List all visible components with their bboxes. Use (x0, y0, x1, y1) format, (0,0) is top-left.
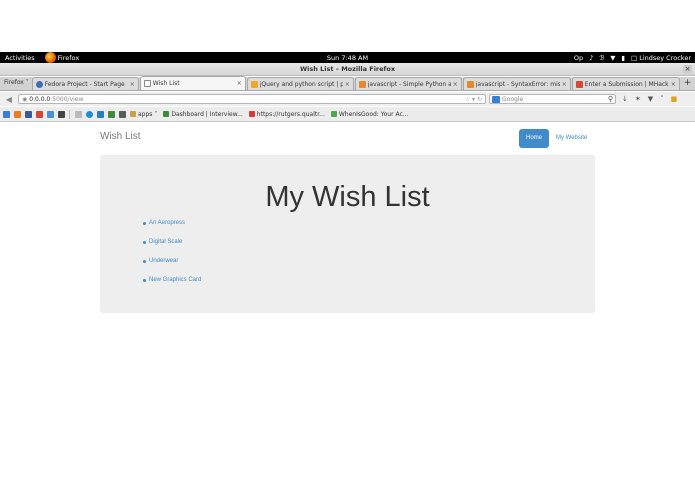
bluetooth-icon[interactable]: ℬ (599, 54, 604, 62)
tab-close-icon[interactable]: × (453, 81, 458, 88)
tab-jquery-python[interactable]: jQuery and python script | p... × (246, 77, 354, 90)
window-close-button[interactable]: × (683, 64, 692, 74)
bookmark-apps[interactable]: apps ˅ (130, 111, 157, 118)
bookmark-favicon-icon (330, 111, 337, 117)
status-area[interactable]: Op ♪ ℬ ▼ ▮ □ Lindsey Crocker (574, 54, 691, 62)
url-controls[interactable]: ☆ ▾ ↻ (465, 96, 482, 103)
firefox-logo-icon (44, 52, 56, 63)
user-name: Lindsey Crocker (639, 53, 691, 62)
window-title: Wish List – Mozilla Firefox (299, 65, 396, 73)
search-bar[interactable]: Google ⚲ (489, 94, 616, 104)
bookmark-favicon-icon[interactable] (14, 110, 21, 118)
list-item[interactable]: Underwear (143, 258, 201, 277)
fedora-icon (35, 80, 43, 88)
bookmark-favicon-icon[interactable] (3, 110, 10, 118)
activities-button[interactable]: Activities (5, 54, 35, 62)
power-icon[interactable] (86, 110, 93, 118)
tab-title: Enter a Submission | MHack... (584, 80, 669, 88)
stackoverflow-icon (466, 80, 474, 88)
wifi-bookmark-icon[interactable] (97, 110, 104, 118)
tab-close-icon[interactable]: × (130, 81, 135, 88)
stackoverflow-icon (250, 80, 258, 88)
url-bar[interactable]: ◉ 0.0.0.0:5000/view ☆ ▾ ↻ (18, 94, 486, 104)
bookmark-menu-icon[interactable]: ■ (671, 95, 678, 103)
window-titlebar: Wish List – Mozilla Firefox × (0, 63, 695, 76)
tab-close-icon[interactable]: × (562, 81, 567, 88)
app-menu-button[interactable]: Firefox (44, 52, 80, 63)
op-indicator[interactable]: Op (574, 54, 583, 62)
system-top-bar: Activities Firefox Sun 7:48 AM Op ♪ ℬ ▼ … (0, 52, 695, 63)
tab-fedora[interactable]: Fedora Project - Start Page × (31, 77, 139, 90)
tab-mhacks[interactable]: Enter a Submission | MHack... × (571, 77, 680, 90)
volume-icon[interactable]: ♪ (589, 54, 593, 62)
bookmark-favicon-icon[interactable] (119, 110, 126, 118)
bookmark-label: apps ˅ (138, 110, 158, 118)
folder-icon (130, 111, 136, 117)
search-input[interactable]: Google (502, 96, 523, 103)
search-engine-icon[interactable] (492, 95, 500, 103)
battery-icon[interactable]: ▮ (621, 54, 625, 62)
list-item[interactable]: An Aeropress (143, 220, 201, 239)
tab-syntax-error[interactable]: javascript - SyntaxError: mis... × (462, 77, 571, 90)
menu-chevron-icon[interactable]: ˅ (660, 95, 664, 103)
nav-home-link[interactable]: Home (519, 129, 549, 148)
tab-title: Fedora Project - Start Page (44, 80, 125, 88)
bookmark-favicon-icon (248, 111, 255, 117)
bookmark-favicon-icon[interactable] (47, 110, 54, 118)
extension-icon[interactable]: ✶ (635, 95, 641, 103)
tab-wish-list[interactable]: Wish List × (139, 76, 246, 90)
new-tab-button[interactable]: + (681, 76, 695, 90)
back-icon[interactable]: ◀ (2, 95, 16, 104)
bookmark-label: https://rutgers.qualtr... (256, 110, 325, 118)
bookmark-dashboard[interactable]: Dashboard | Interview... (163, 110, 243, 118)
wish-list: An Aeropress Digital Scale Underwear New… (143, 220, 201, 296)
list-item[interactable]: Digital Scale (143, 239, 201, 258)
tab-simple-python[interactable]: javascript - Simple Python a... × (354, 77, 462, 90)
user-menu[interactable]: □ Lindsey Crocker (631, 54, 691, 62)
tab-close-icon[interactable]: × (345, 81, 350, 88)
url-host: 0.0.0.0 (29, 95, 51, 103)
bookmark-wheninsgood[interactable]: WhenIsGood: Your Ac... (330, 110, 409, 118)
tab-bar: Firefox ˅ Fedora Project - Start Page × … (0, 76, 695, 91)
firefox-menu-button[interactable]: Firefox ˅ (0, 76, 32, 90)
bookmark-qualtrics[interactable]: https://rutgers.qualtr... (248, 110, 325, 118)
bookmark-label: WhenIsGood: Your Ac... (338, 110, 409, 118)
bookmarks-toolbar: apps ˅ Dashboard | Interview... https://… (0, 107, 695, 122)
page-title: My Wish List (265, 181, 430, 213)
site-identity-icon[interactable]: ◉ (22, 96, 27, 103)
url-path: :5000/view (50, 95, 84, 103)
bookmark-label: Dashboard | Interview... (171, 110, 243, 118)
app-menu-label: Firefox (57, 53, 80, 62)
tab-close-icon[interactable]: × (237, 80, 242, 87)
bookmark-favicon-icon[interactable] (58, 110, 65, 118)
bookmark-favicon-icon (163, 111, 170, 117)
list-item[interactable]: New Graphics Card (143, 277, 201, 296)
search-icon[interactable]: ⚲ (608, 95, 613, 103)
pocket-icon[interactable]: ▼ (648, 95, 653, 103)
bookmark-separator (69, 109, 70, 119)
download-icon[interactable]: ↓ (622, 95, 628, 103)
site-brand[interactable]: Wish List (100, 131, 141, 142)
bookmark-favicon-icon[interactable] (75, 110, 82, 118)
gmail-icon[interactable] (36, 110, 43, 118)
page-icon (143, 80, 151, 87)
bookmark-favicon-icon[interactable] (108, 110, 115, 118)
facebook-icon[interactable] (25, 110, 32, 118)
tab-title: jQuery and python script | p... (259, 80, 343, 88)
tab-title: javascript - Simple Python a... (367, 80, 451, 88)
page-content: Wish List Home My Website My Wish List A… (0, 123, 695, 494)
toolbar-icons: ↓ ✶ ▼ ˅ ■ (622, 95, 677, 103)
nav-my-website-link[interactable]: My Website (556, 129, 587, 148)
devpost-icon (575, 80, 583, 88)
navigation-bar: ◀ ◉ 0.0.0.0:5000/view ☆ ▾ ↻ Google ⚲ ↓ ✶… (0, 92, 695, 106)
wish-list-panel: My Wish List An Aeropress Digital Scale … (100, 155, 595, 313)
wifi-icon[interactable]: ▼ (610, 54, 615, 62)
tab-title: Wish List (152, 80, 180, 87)
clock[interactable]: Sun 7:48 AM (327, 54, 368, 62)
stackoverflow-icon (358, 80, 366, 88)
tab-close-icon[interactable]: × (671, 81, 676, 88)
tab-title: javascript - SyntaxError: mis... (475, 80, 560, 88)
